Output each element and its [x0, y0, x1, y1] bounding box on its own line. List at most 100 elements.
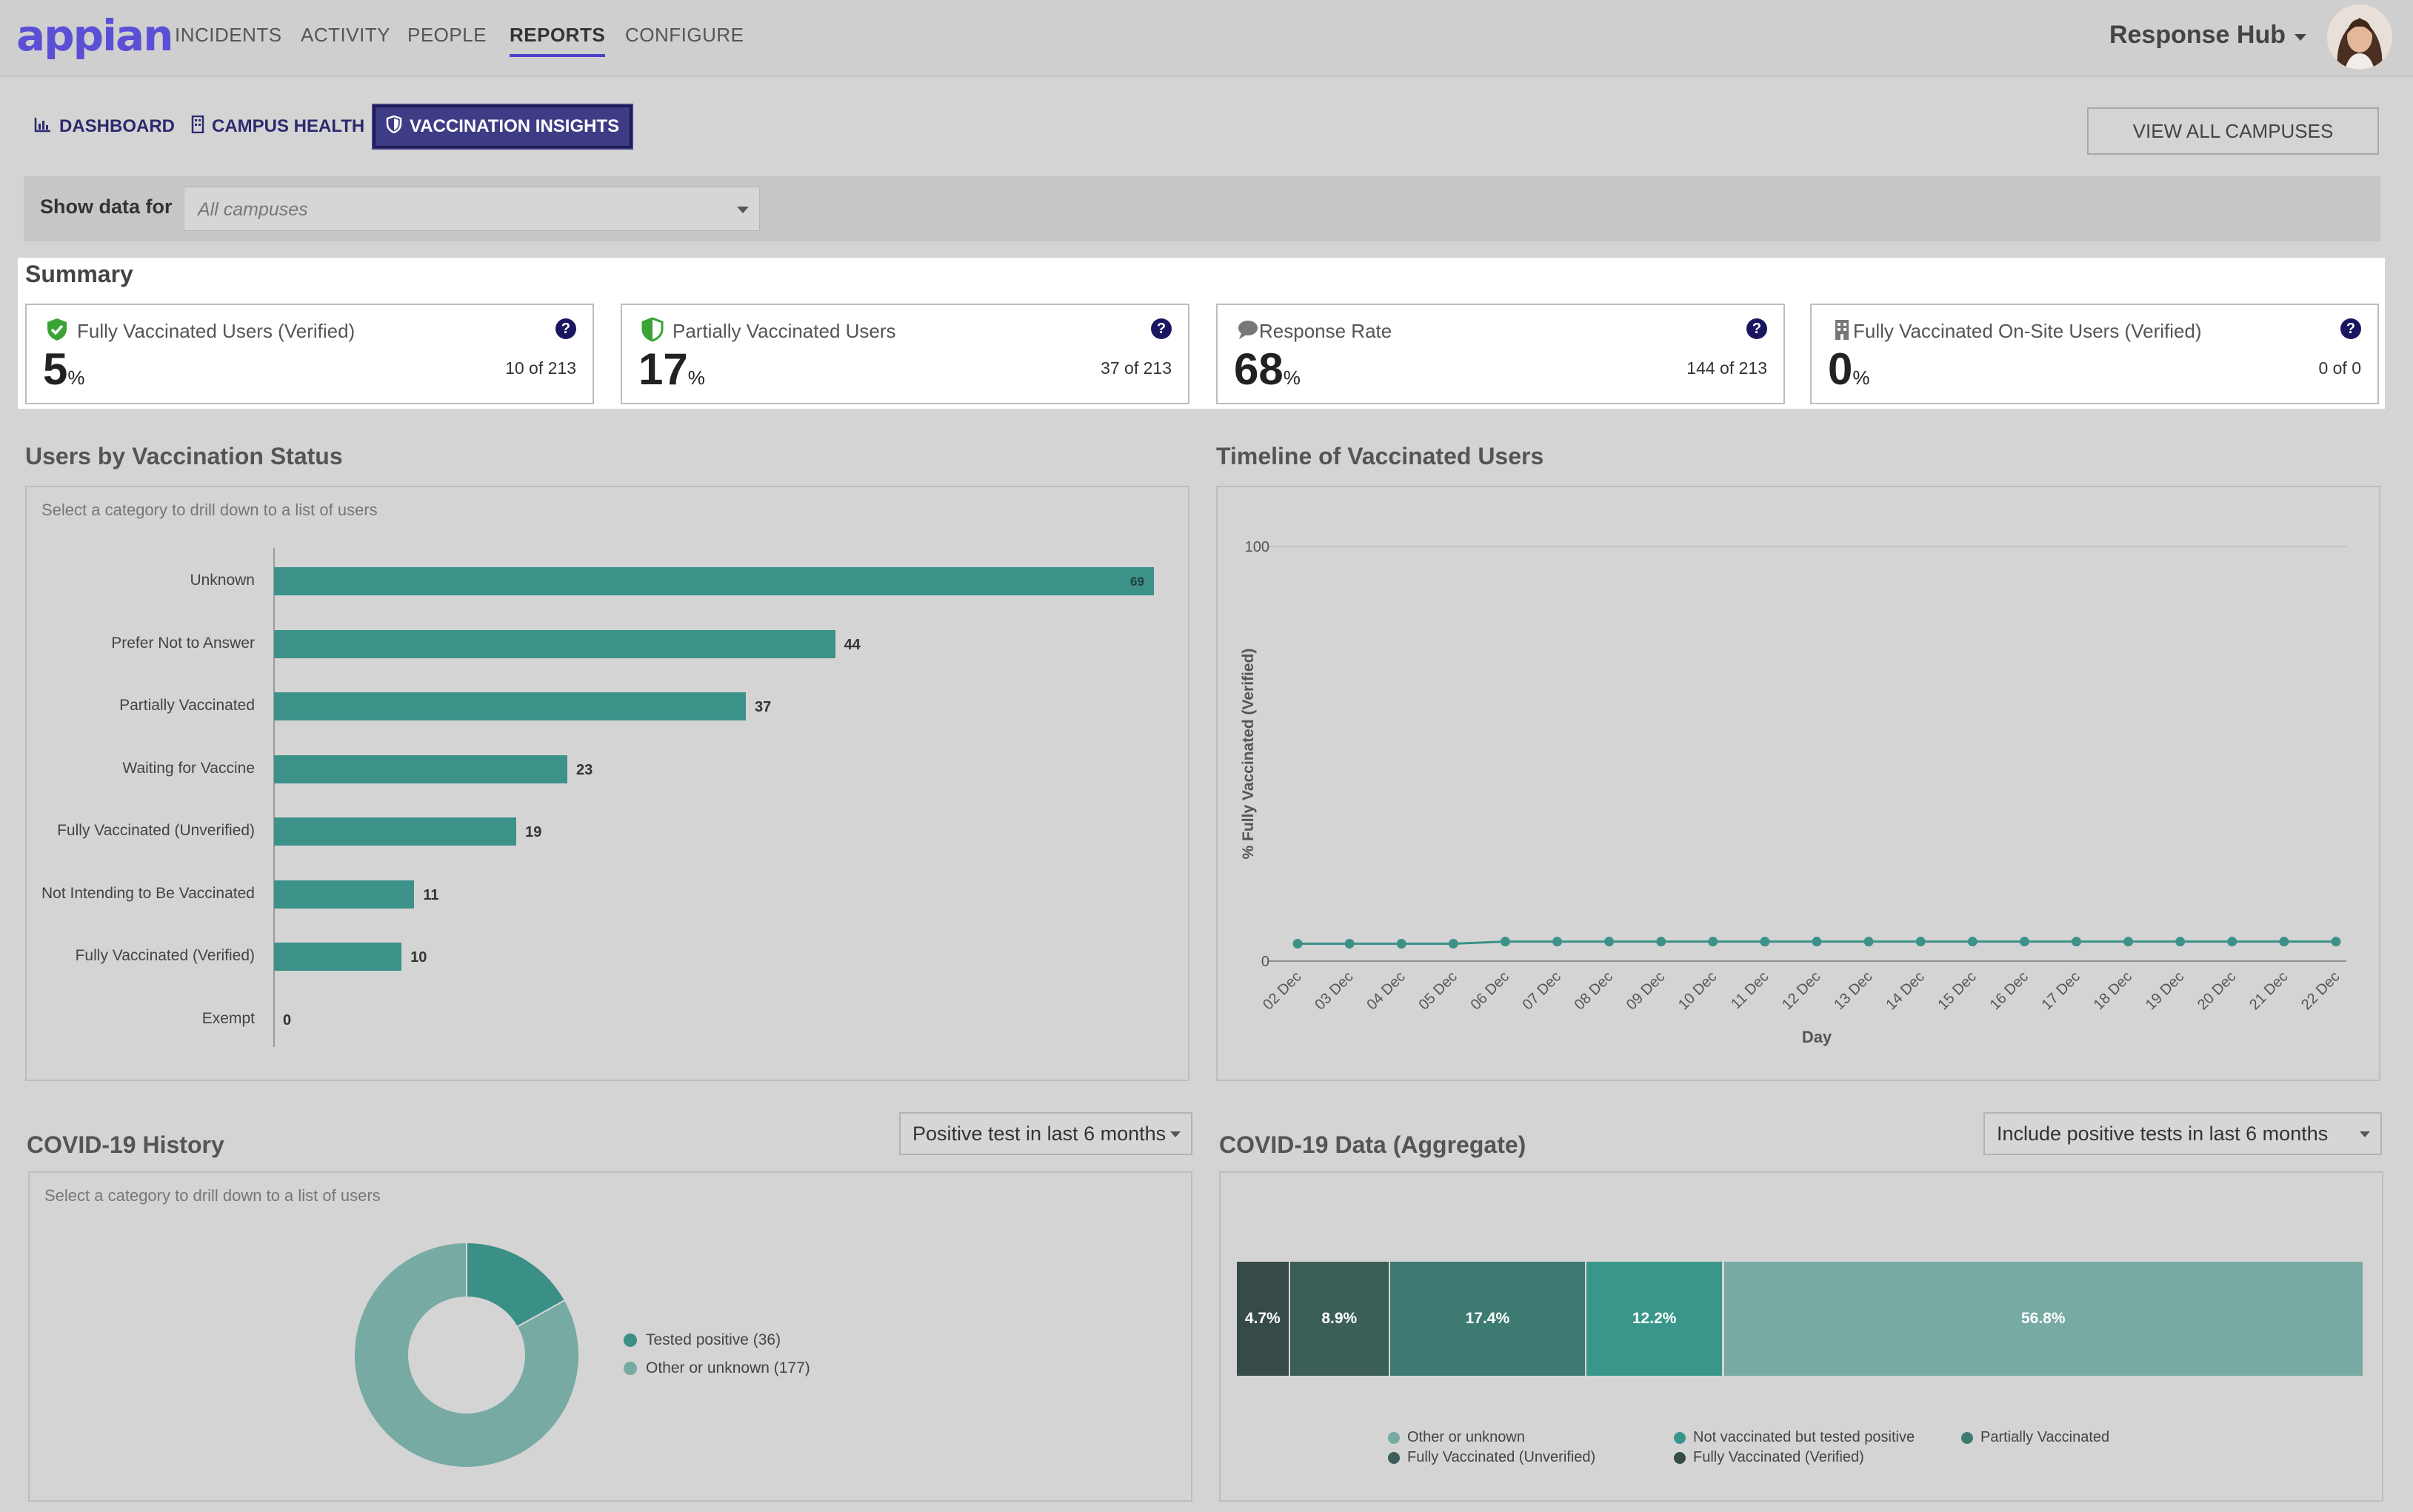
stacked-segment[interactable]: 8.9% — [1289, 1262, 1390, 1376]
aggregate-period-value: Include positive tests in last 6 months — [1997, 1123, 2329, 1145]
tab-vaccination-insights[interactable]: VACCINATION INSIGHTS — [371, 104, 634, 150]
legend-item[interactable]: Fully Vaccinated (Unverified) — [1388, 1449, 1595, 1466]
data-point — [1396, 938, 1406, 949]
stacked-segment[interactable]: 12.2% — [1586, 1262, 1724, 1376]
data-point — [1656, 937, 1666, 947]
data-point — [1708, 937, 1718, 947]
legend-dot — [1674, 1451, 1686, 1464]
nav-incidents[interactable]: INCIDENTS — [175, 24, 282, 47]
legend-item[interactable]: Other or unknown — [1388, 1429, 1525, 1446]
tab-campus-health-label: CAMPUS HEALTH — [212, 116, 365, 136]
bar[interactable] — [274, 943, 402, 971]
x-tick-label: 05 Dec — [1415, 969, 1460, 1013]
x-tick-label: 07 Dec — [1520, 969, 1564, 1013]
chevron-down-icon[interactable] — [2294, 34, 2306, 41]
help-icon[interactable]: ? — [2340, 318, 2361, 339]
data-point — [1448, 938, 1458, 949]
x-tick-label: 02 Dec — [1260, 969, 1304, 1013]
half-shield-icon — [640, 317, 665, 342]
x-tick-label: 03 Dec — [1312, 969, 1356, 1013]
data-point — [1292, 938, 1303, 949]
card-count: 10 of 213 — [505, 358, 576, 378]
card-value: 68% — [1234, 344, 1301, 394]
data-point — [2175, 937, 2186, 947]
data-point — [2227, 937, 2237, 947]
x-tick-label: 10 Dec — [1675, 969, 1720, 1013]
filter-label: Show data for — [40, 195, 173, 218]
card-title: Fully Vaccinated Users (Verified) — [77, 320, 356, 342]
data-point — [1760, 937, 1770, 947]
y-tick-label: 100 — [1245, 539, 1269, 555]
data-point — [2279, 937, 2289, 947]
x-tick-label: 21 Dec — [2246, 969, 2291, 1013]
card-title: Partially Vaccinated Users — [672, 320, 896, 342]
bar[interactable] — [274, 692, 747, 720]
data-point — [1863, 937, 1874, 947]
bar-value-label: 37 — [755, 699, 772, 715]
stacked-segment[interactable]: 56.8% — [1723, 1262, 2364, 1376]
bar-value-label: 19 — [525, 824, 542, 840]
bar-chart-axis — [273, 548, 275, 1047]
data-point — [2123, 937, 2134, 947]
aggregate-period-select[interactable]: Include positive tests in last 6 months — [1983, 1112, 2382, 1155]
history-period-select[interactable]: Positive test in last 6 months — [899, 1112, 1192, 1155]
status-hint: Select a category to drill down to a lis… — [41, 501, 378, 519]
legend-dot — [624, 1334, 637, 1347]
legend-label: Other or unknown — [1407, 1429, 1525, 1445]
bar[interactable] — [274, 880, 415, 909]
legend-item[interactable]: Not vaccinated but tested positive — [1674, 1429, 1915, 1446]
help-icon[interactable]: ? — [555, 318, 576, 339]
bar[interactable] — [274, 567, 1154, 595]
response-hub-menu[interactable]: Response Hub — [2109, 21, 2286, 50]
legend-label: Partially Vaccinated — [1980, 1429, 2110, 1445]
legend-item[interactable]: Tested positive (36) — [624, 1331, 781, 1349]
bar-value-label: 44 — [844, 636, 861, 653]
tab-dashboard[interactable]: DASHBOARD — [34, 105, 175, 148]
data-point — [1552, 937, 1562, 947]
stacked-segment[interactable]: 17.4% — [1389, 1262, 1586, 1376]
timeline-section-title: Timeline of Vaccinated Users — [1216, 443, 1544, 469]
legend-dot — [1961, 1431, 1973, 1444]
bar[interactable] — [274, 817, 517, 846]
bar-value-label: 23 — [576, 761, 593, 778]
stacked-segment[interactable]: 4.7% — [1237, 1262, 1290, 1376]
comment-icon — [1235, 317, 1261, 342]
appian-logo[interactable]: appian — [16, 10, 173, 61]
card-value: 5% — [43, 344, 85, 394]
x-tick-label: 06 Dec — [1468, 969, 1512, 1013]
legend-label: Other or unknown (177) — [646, 1359, 810, 1376]
tab-campus-health[interactable]: CAMPUS HEALTH — [191, 105, 364, 148]
y-axis-title: % Fully Vaccinated (Verified) — [1240, 649, 1257, 860]
bar[interactable] — [274, 755, 567, 783]
bar-category-label: Unknown — [190, 572, 255, 589]
history-chart-panel — [28, 1171, 1192, 1502]
legend-dot — [1674, 1431, 1686, 1444]
legend-item[interactable]: Fully Vaccinated (Verified) — [1674, 1449, 1864, 1466]
help-icon[interactable]: ? — [1746, 318, 1767, 339]
legend-item[interactable]: Other or unknown (177) — [624, 1359, 810, 1377]
nav-configure[interactable]: CONFIGURE — [625, 24, 744, 47]
data-point — [2019, 937, 2029, 947]
nav-reports[interactable]: REPORTS — [510, 24, 606, 57]
campus-select[interactable]: All campuses — [184, 187, 760, 231]
card-count: 37 of 213 — [1101, 358, 1172, 378]
summary-title: Summary — [25, 261, 133, 287]
data-point — [1604, 937, 1615, 947]
bar-category-label: Partially Vaccinated — [119, 697, 255, 714]
avatar[interactable] — [2327, 4, 2392, 70]
data-point — [2331, 937, 2341, 947]
shield-check-icon — [44, 317, 70, 342]
history-hint: Select a category to drill down to a lis… — [44, 1186, 381, 1205]
view-all-campuses-button[interactable]: VIEW ALL CAMPUSES — [2087, 107, 2379, 155]
building-icon — [191, 115, 204, 138]
summary-card-partially-vaccinated: Partially Vaccinated Users ? 17% 37 of 2… — [621, 304, 1189, 404]
legend-item[interactable]: Partially Vaccinated — [1961, 1429, 2109, 1446]
help-icon[interactable]: ? — [1151, 318, 1172, 339]
x-tick-label: 14 Dec — [1883, 969, 1927, 1013]
bar[interactable] — [274, 629, 835, 658]
bar-category-label: Exempt — [201, 1009, 255, 1027]
chart-icon — [34, 116, 52, 138]
nav-activity[interactable]: ACTIVITY — [301, 24, 390, 47]
status-section-title: Users by Vaccination Status — [25, 443, 343, 469]
nav-people[interactable]: PEOPLE — [407, 24, 487, 47]
